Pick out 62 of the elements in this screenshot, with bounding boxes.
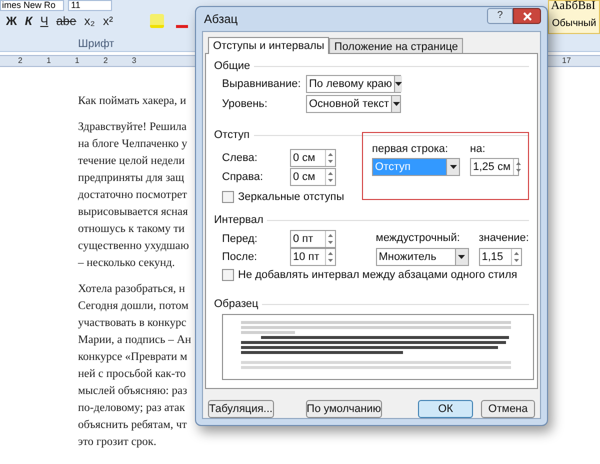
field-label: Выравнивание: — [222, 76, 302, 92]
ruler-number: 2 — [103, 56, 108, 66]
section-heading: Образец — [214, 296, 258, 312]
field-label: После: — [222, 250, 258, 265]
field-label: на: — [470, 142, 486, 157]
ruler-number: 3 — [132, 56, 136, 66]
style-sample: АаБбВвІ — [551, 0, 596, 14]
tab[interactable]: Положение на странице — [329, 38, 464, 53]
format-button[interactable]: К — [22, 13, 34, 29]
field-label: Справа: — [222, 170, 264, 185]
dialog-button[interactable]: Табуляция... — [208, 400, 274, 418]
field-label: первая строка: — [372, 142, 450, 157]
ruler-number: 2 — [18, 56, 22, 66]
spin-field[interactable]: 0 см — [290, 149, 336, 167]
field-label: междустрочный: — [376, 231, 461, 246]
paragraph: Как поймать хакера, и — [78, 94, 188, 109]
field-label: Перед: — [222, 232, 258, 247]
close-button[interactable] — [513, 8, 541, 24]
checkbox-label: Зеркальные отступы — [238, 190, 344, 205]
dropdown[interactable]: Основной текст — [306, 95, 401, 113]
group-label: Шрифт — [78, 37, 114, 52]
section-heading: Интервал — [214, 212, 264, 228]
caret-icon — [458, 255, 466, 259]
checkbox[interactable] — [222, 191, 234, 203]
window-title: Абзац — [204, 11, 238, 28]
spin-field[interactable]: 0 см — [290, 168, 336, 186]
format-button[interactable]: abe — [54, 13, 78, 29]
ruler-number: 1 — [74, 56, 80, 66]
caret-icon — [450, 165, 456, 169]
help-button[interactable]: ? — [487, 8, 513, 24]
format-button[interactable]: Ч — [38, 13, 50, 29]
font-name-field[interactable]: imes New Ro — [0, 0, 64, 11]
caret-icon — [392, 102, 400, 106]
paragraph: Хотела разобраться, н Сегодня дошли, потом участвовать в конкурс Марии, а подпись – Ан конкурсе «Преврати м ней с просьбой как-то мыслей объясняю: раз по-деловому; раз атак объяснить ребятам, чт это грозит срок. — [78, 282, 192, 450]
field-label: Уровень: — [222, 96, 268, 112]
field-label: Слева: — [222, 150, 258, 166]
font-size-field[interactable]: 11 — [68, 0, 112, 11]
dialog-button[interactable]: ОК — [418, 400, 474, 418]
section-heading: Отступ — [214, 128, 250, 143]
dropdown[interactable]: Множитель — [376, 248, 469, 266]
dialog-button[interactable]: По умолчанию — [306, 400, 382, 418]
checkbox-label: Не добавлять интервал между абзацами одного стиля — [238, 268, 518, 283]
dialog-button[interactable]: Отмена — [481, 400, 535, 418]
format-button[interactable]: x² — [100, 13, 115, 29]
tab[interactable]: Отступы и интервалы — [208, 37, 330, 54]
section-heading: Общие — [214, 58, 250, 74]
spin-field[interactable]: 0 пт — [290, 230, 336, 248]
checkbox[interactable] — [222, 269, 234, 281]
paragraph: Здравствуйте! Решила на блоге Челпаченко у течение целой недели предприняты для защ достаточно посмотрет вырисовывается ясная отношусь к такому ти существенно ухудшаю – несколько секунд. — [78, 120, 190, 271]
spin-field[interactable]: 1,15 — [478, 248, 522, 266]
ruler-number: 17 — [562, 56, 571, 66]
style-name: Обычный — [552, 17, 596, 31]
ruler-number: 1 — [46, 56, 51, 66]
format-button[interactable]: x₂ — [82, 13, 97, 29]
field-label: значение: — [478, 231, 529, 246]
caret-icon — [395, 82, 402, 86]
spin-field[interactable]: 10 пт — [290, 248, 336, 266]
close-icon — [522, 12, 532, 20]
format-button[interactable]: Ж — [4, 13, 19, 29]
dropdown[interactable]: По левому краю — [306, 75, 401, 93]
style-tile[interactable]: АаБбВвІ Обычный — [548, 0, 600, 34]
spin-field[interactable]: 1,25 см — [470, 158, 519, 176]
